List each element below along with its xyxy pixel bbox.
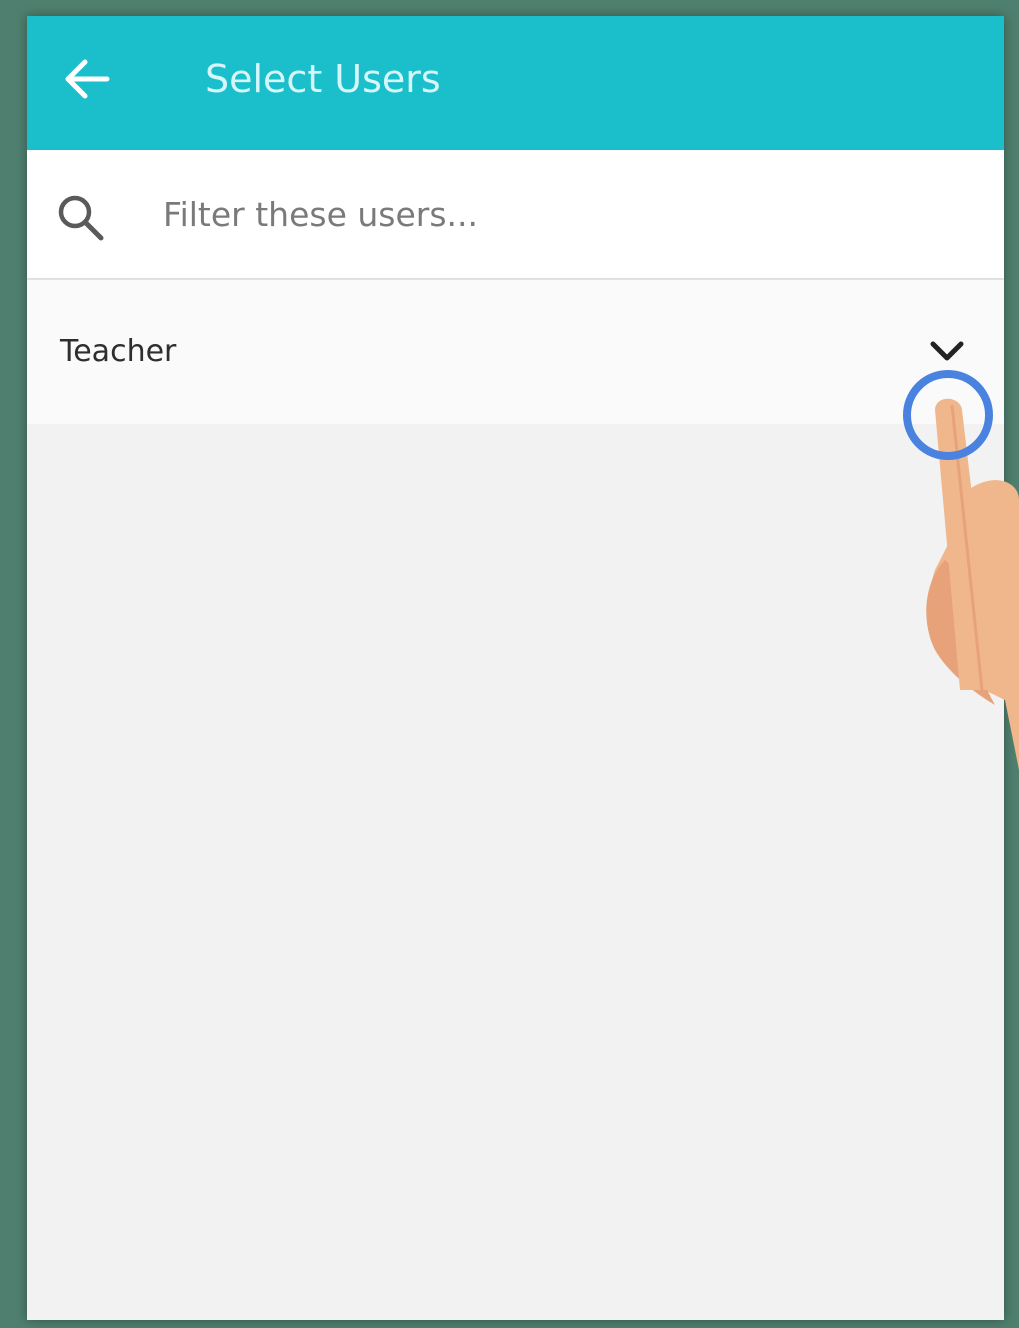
back-button[interactable]: [57, 51, 117, 107]
user-list-area: [27, 424, 1004, 1320]
group-label: Teacher: [60, 334, 177, 369]
search-bar: [27, 150, 1004, 278]
app-bar: Select Users: [27, 16, 1004, 150]
search-icon: [58, 195, 104, 241]
chevron-down-icon[interactable]: [927, 336, 967, 366]
search-input[interactable]: [163, 186, 963, 242]
group-row-teacher[interactable]: Teacher: [27, 280, 1004, 424]
page-title: Select Users: [205, 57, 441, 101]
phone-screen: Select Users Teacher: [27, 16, 1004, 1320]
arrow-left-icon: [65, 59, 110, 99]
